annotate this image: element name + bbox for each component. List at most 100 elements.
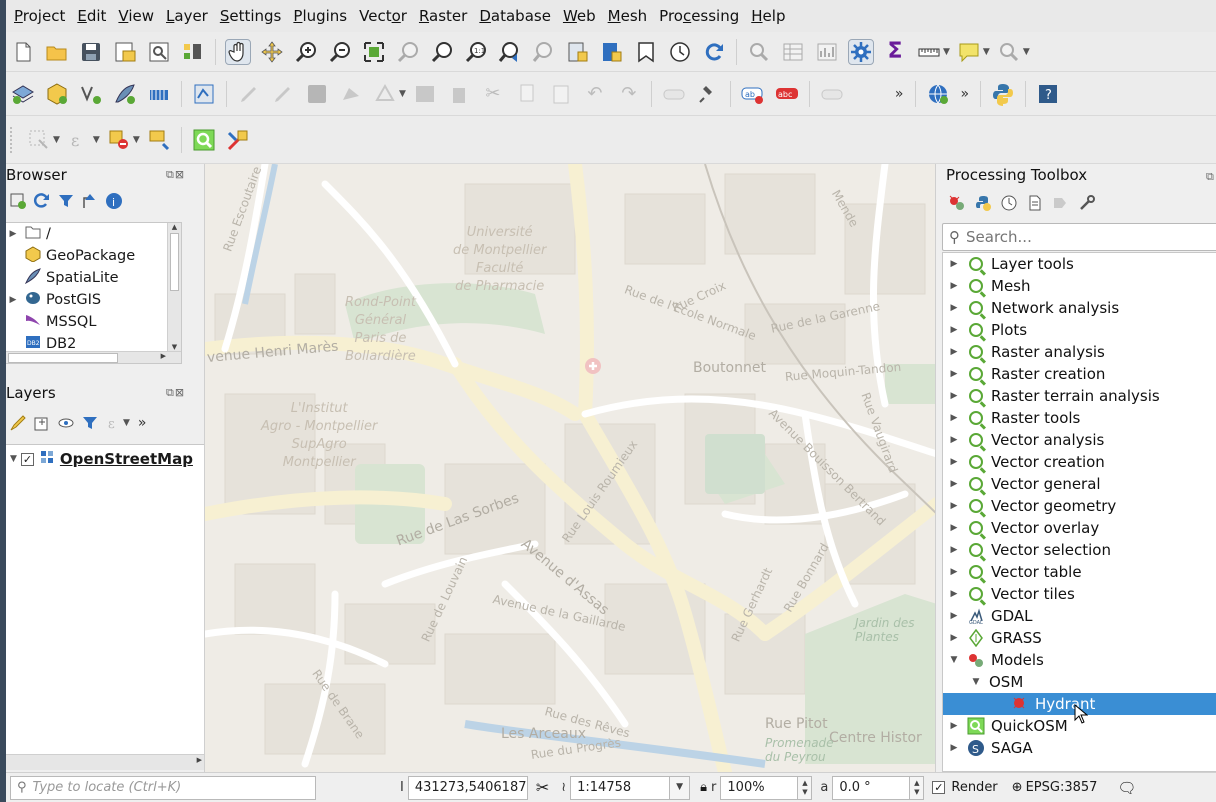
select-features-icon[interactable] bbox=[27, 128, 51, 152]
layer-visibility-checkbox[interactable]: ✓ bbox=[20, 452, 34, 466]
deselect-all-icon[interactable] bbox=[107, 128, 131, 152]
toolbar-overflow-2-icon[interactable]: » bbox=[961, 86, 970, 102]
zoom-full-icon[interactable] bbox=[362, 40, 386, 64]
processing-toolbox-icon[interactable] bbox=[848, 38, 874, 65]
expander-icon[interactable]: ▶ bbox=[947, 457, 961, 467]
collapse-layer-icon[interactable]: ▼ bbox=[10, 454, 17, 464]
toolbox-item-grass[interactable]: ▶ GRASS bbox=[943, 627, 1216, 649]
browser-item-mssql[interactable]: MSSQL bbox=[6, 311, 181, 333]
toolbox-item-raster-creation[interactable]: ▶ Raster creation bbox=[943, 363, 1216, 385]
toolbox-search-field[interactable]: ⚲ bbox=[942, 223, 1216, 251]
expander-icon[interactable]: ▼ bbox=[947, 655, 961, 665]
save-project-icon[interactable] bbox=[79, 40, 103, 64]
messages-icon[interactable]: 🗨︎ bbox=[1117, 779, 1136, 797]
processing-options-icon[interactable] bbox=[1078, 194, 1096, 212]
menu-item-web[interactable]: Web bbox=[557, 7, 602, 25]
browser-item-spatialite[interactable]: SpatiaLite bbox=[6, 267, 181, 289]
expander-icon[interactable]: ▶ bbox=[947, 743, 961, 753]
toolbox-item-plots[interactable]: ▶ Plots bbox=[943, 319, 1216, 341]
expander-icon[interactable]: ▶ bbox=[6, 295, 20, 305]
expander-icon[interactable]: ▶ bbox=[947, 721, 961, 731]
add-spatialite-icon[interactable] bbox=[113, 82, 137, 106]
toolbox-item-vector-overlay[interactable]: ▶ Vector overlay bbox=[943, 517, 1216, 539]
python-console-icon[interactable] bbox=[991, 82, 1015, 106]
toolbox-item-vector-general[interactable]: ▶ Vector general bbox=[943, 473, 1216, 495]
expander-icon[interactable]: ▶ bbox=[947, 281, 961, 291]
expander-icon[interactable]: ▶ bbox=[947, 391, 961, 401]
toolbox-item-raster-analysis[interactable]: ▶ Raster analysis bbox=[943, 341, 1216, 363]
browser-hscrollbar[interactable]: ▶ bbox=[6, 351, 181, 363]
pan-map-icon[interactable] bbox=[225, 38, 251, 65]
undo-icon[interactable]: ↶ bbox=[583, 82, 607, 106]
toolbar-overflow-icon[interactable]: » bbox=[895, 86, 904, 102]
menu-item-plugins[interactable]: Plugins bbox=[287, 7, 353, 25]
add-feature-icon[interactable] bbox=[339, 82, 363, 106]
render-checkbox[interactable]: ✓ bbox=[932, 781, 946, 794]
manage-themes-icon[interactable] bbox=[57, 414, 75, 432]
crs-label[interactable]: EPSG:3857 bbox=[1026, 780, 1098, 795]
new-geopackage-icon[interactable] bbox=[45, 82, 69, 106]
delete-selected-icon[interactable] bbox=[447, 82, 471, 106]
print-layout-icon[interactable] bbox=[147, 40, 171, 64]
expander-icon[interactable]: ▶ bbox=[947, 259, 961, 269]
toolbox-item-vector-analysis[interactable]: ▶ Vector analysis bbox=[943, 429, 1216, 451]
refresh-icon[interactable] bbox=[702, 40, 726, 64]
toolbox-item-vector-tiles[interactable]: ▶ Vector tiles bbox=[943, 583, 1216, 605]
toolbox-item-osm[interactable]: ▼ OSM bbox=[943, 671, 1216, 693]
toolbox-item-vector-selection[interactable]: ▶ Vector selection bbox=[943, 539, 1216, 561]
expander-icon[interactable]: ▶ bbox=[947, 435, 961, 445]
expander-icon[interactable]: ▶ bbox=[947, 325, 961, 335]
expander-icon[interactable]: ▶ bbox=[947, 523, 961, 533]
toggle-extents-icon[interactable]: ✂ bbox=[536, 778, 549, 797]
scale-dropdown[interactable]: ▼ bbox=[670, 775, 691, 800]
sum-icon[interactable]: Σ bbox=[883, 40, 907, 64]
expander-icon[interactable]: ▶ bbox=[947, 611, 961, 621]
expander-icon[interactable]: ▶ bbox=[947, 589, 961, 599]
temporal-controller-icon[interactable] bbox=[668, 40, 692, 64]
globe-plugin-icon[interactable] bbox=[926, 82, 950, 106]
select-location-icon[interactable] bbox=[147, 128, 171, 152]
toolbox-item-saga[interactable]: ▶ S SAGA bbox=[943, 737, 1216, 759]
toolbox-dock-button[interactable]: ⧉ bbox=[1206, 170, 1215, 184]
identify-features-icon[interactable] bbox=[747, 40, 771, 64]
browser-item-geopackage[interactable]: GeoPackage bbox=[6, 245, 181, 267]
new-bookmark-icon[interactable] bbox=[566, 40, 590, 64]
filter-by-expression-icon[interactable]: ε bbox=[105, 414, 123, 432]
browser-filter-icon[interactable] bbox=[57, 192, 75, 210]
magnifier-spinner[interactable]: ▲ ▼ bbox=[798, 775, 813, 800]
layers-dock-buttons[interactable]: ⧉⊠ bbox=[166, 386, 185, 400]
menu-item-project[interactable]: Project bbox=[8, 7, 71, 25]
menu-item-vector[interactable]: Vector bbox=[353, 7, 413, 25]
label-toolbar-ab-icon[interactable]: ab bbox=[741, 82, 765, 106]
add-group-icon[interactable] bbox=[33, 414, 51, 432]
toolbox-item-layer-tools[interactable]: ▶ Layer tools bbox=[943, 253, 1216, 275]
rotation-field[interactable]: 0.0 ° bbox=[832, 775, 911, 800]
help-icon[interactable]: ? bbox=[1036, 82, 1060, 106]
locator-icon[interactable] bbox=[997, 40, 1021, 64]
save-as-icon[interactable] bbox=[113, 40, 137, 64]
label-properties-icon[interactable] bbox=[820, 82, 844, 106]
show-bookmarks-icon[interactable] bbox=[600, 40, 624, 64]
modify-attributes-icon[interactable] bbox=[413, 82, 437, 106]
cut-features-icon[interactable]: ✂ bbox=[481, 82, 505, 106]
results-viewer-icon[interactable] bbox=[1026, 194, 1044, 212]
layers-hscrollbar[interactable]: ▶ bbox=[6, 754, 204, 770]
data-source-manager-icon[interactable] bbox=[11, 82, 35, 106]
layer-item-openstreetmap[interactable]: ▼ ✓ OpenStreetMap bbox=[6, 445, 204, 469]
browser-info-icon[interactable]: i bbox=[105, 192, 123, 210]
browser-dock-buttons[interactable]: ⧉⊠ bbox=[166, 168, 185, 182]
expander-icon[interactable]: ▶ bbox=[947, 633, 961, 643]
menu-item-help[interactable]: Help bbox=[745, 7, 791, 25]
new-project-icon[interactable] bbox=[11, 40, 35, 64]
paste-features-icon[interactable] bbox=[549, 82, 573, 106]
expander-icon[interactable]: ▶ bbox=[947, 347, 961, 357]
save-edits-icon[interactable] bbox=[305, 82, 329, 106]
open-project-icon[interactable] bbox=[45, 40, 69, 64]
menu-item-mesh[interactable]: Mesh bbox=[602, 7, 654, 25]
menu-item-settings[interactable]: Settings bbox=[214, 7, 288, 25]
layer-filter-icon[interactable] bbox=[81, 414, 99, 432]
select-by-expression-icon[interactable]: ε bbox=[67, 128, 91, 152]
models-toolbox-icon[interactable] bbox=[948, 194, 966, 212]
vertex-tool-icon[interactable] bbox=[373, 82, 397, 106]
toolbox-item-raster-tools[interactable]: ▶ Raster tools bbox=[943, 407, 1216, 429]
